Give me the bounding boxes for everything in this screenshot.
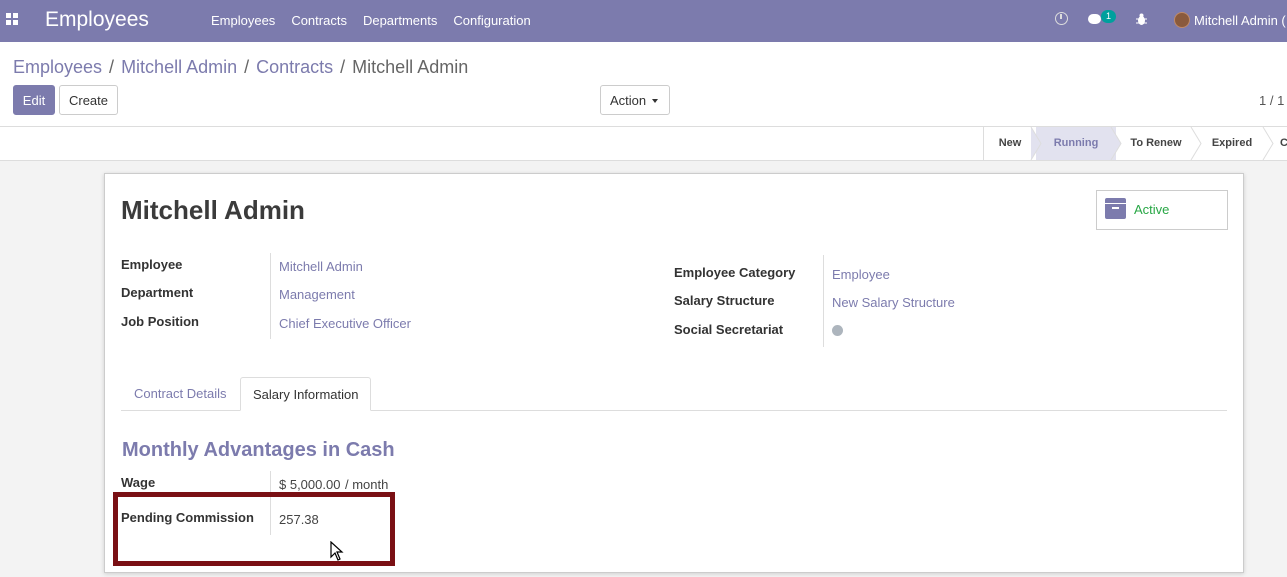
wage-value: $ 5,000.00	[279, 477, 341, 492]
menu-item-configuration[interactable]: Configuration	[453, 13, 530, 28]
employee-value[interactable]: Mitchell Admin	[279, 259, 363, 274]
app-title: Employees	[45, 8, 149, 31]
edit-button[interactable]: Edit	[13, 85, 55, 115]
field-divider	[270, 253, 271, 339]
stage-new[interactable]: New	[984, 127, 1036, 160]
breadcrumb-separator: /	[244, 57, 250, 77]
stage-arrow	[1190, 127, 1202, 160]
tab-contract-details[interactable]: Contract Details	[122, 377, 238, 411]
breadcrumb-current: Mitchell Admin	[352, 57, 469, 77]
messages-icon[interactable]	[1088, 14, 1101, 24]
user-avatar[interactable]	[1174, 12, 1190, 28]
stage-arrow	[1030, 127, 1042, 160]
department-value[interactable]: Management	[279, 287, 355, 302]
menu-item-employees[interactable]: Employees	[211, 13, 275, 28]
contract-statusbar: New Running To Renew Expired C	[0, 126, 1287, 161]
breadcrumb-separator: /	[340, 57, 346, 77]
department-label: Department	[121, 285, 194, 300]
wage-unit: / month	[345, 477, 389, 492]
employee-label: Employee	[121, 257, 183, 272]
job-position-label: Job Position	[121, 314, 199, 329]
caret-down-icon	[652, 99, 659, 104]
action-dropdown-button[interactable]: Action	[600, 85, 670, 115]
stage-to-renew[interactable]: To Renew	[1116, 127, 1196, 160]
contract-title: Mitchell Admin	[121, 195, 305, 225]
action-label: Action	[610, 92, 647, 108]
menu-item-contracts[interactable]: Contracts	[291, 13, 347, 28]
social-secretariat-label: Social Secretariat	[674, 322, 784, 337]
activity-clock-icon[interactable]	[1055, 12, 1068, 25]
archive-box-icon	[1105, 198, 1126, 219]
wage-label: Wage	[121, 475, 156, 490]
section-title: Monthly Advantages in Cash	[122, 439, 395, 461]
stage-arrow	[1110, 127, 1122, 160]
create-button[interactable]: Create	[59, 85, 118, 115]
social-secretariat-status-dot	[832, 325, 843, 336]
breadcrumb: Employees / Mitchell Admin / Contracts / Mitch…	[13, 57, 468, 78]
mouse-cursor-icon	[330, 541, 344, 561]
highlight-annotation-box	[113, 492, 395, 566]
tab-salary-information[interactable]: Salary Information	[240, 377, 371, 411]
messages-count-badge: 1	[1101, 10, 1116, 23]
stage-running[interactable]: Running	[1036, 127, 1116, 160]
top-navbar: Employees Employees Contracts Department…	[0, 0, 1287, 42]
salary-structure-value[interactable]: New Salary Structure	[832, 295, 955, 310]
pager-counter[interactable]: 1 / 1	[1259, 93, 1284, 108]
user-menu-name[interactable]: Mitchell Admin (	[1194, 13, 1286, 28]
breadcrumb-separator: /	[109, 57, 115, 77]
stage-arrow	[1262, 127, 1274, 160]
debug-bug-icon[interactable]	[1136, 13, 1147, 26]
breadcrumb-contracts[interactable]: Contracts	[256, 57, 333, 77]
menu-item-departments[interactable]: Departments	[363, 13, 437, 28]
stage-expired[interactable]: Expired	[1196, 127, 1268, 160]
breadcrumb-employees[interactable]: Employees	[13, 57, 102, 77]
salary-structure-label: Salary Structure	[674, 293, 775, 308]
job-position-value[interactable]: Chief Executive Officer	[279, 316, 411, 331]
top-menu: Employees Contracts Departments Configur…	[211, 13, 547, 28]
field-divider	[823, 255, 824, 347]
breadcrumb-employee[interactable]: Mitchell Admin	[121, 57, 237, 77]
employee-category-value[interactable]: Employee	[832, 267, 890, 282]
employee-category-label: Employee Category	[674, 265, 796, 280]
apps-menu-icon[interactable]	[6, 13, 20, 27]
active-status-label: Active	[1134, 202, 1170, 217]
